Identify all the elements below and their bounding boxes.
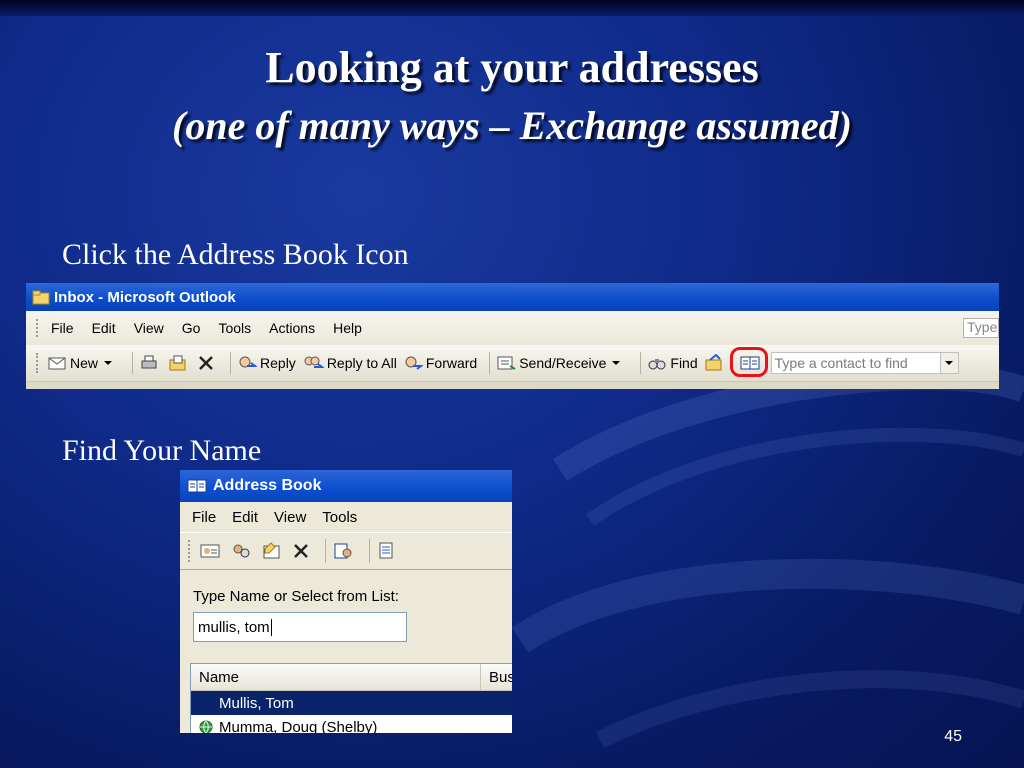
address-book-window-title: Address Book bbox=[213, 477, 322, 494]
address-list: Name Bus Mullis, Tom Mumma, Doug (Shelby… bbox=[190, 663, 512, 733]
help-question-box[interactable]: Type bbox=[963, 318, 999, 338]
globe-icon bbox=[199, 720, 213, 733]
reply-all-icon bbox=[304, 356, 324, 368]
find-people-icon bbox=[233, 544, 250, 558]
menu-tools[interactable]: Tools bbox=[218, 320, 251, 336]
find-items-button[interactable] bbox=[230, 541, 252, 561]
reply-button[interactable]: Reply bbox=[237, 354, 296, 372]
instruction-address-book: Click the Address Book Icon bbox=[62, 238, 409, 271]
toolbar-separator bbox=[230, 352, 232, 374]
outlook-toolbar-edge bbox=[26, 382, 999, 389]
forward-icon bbox=[405, 356, 423, 370]
inbox-folder-icon bbox=[32, 290, 50, 305]
address-book-window: Address Book File Edit View Tools Type N… bbox=[180, 470, 512, 733]
list-item[interactable]: Mumma, Doug (Shelby) bbox=[191, 715, 512, 733]
toolbar-separator bbox=[640, 352, 642, 374]
search-label: Type Name or Select from List: bbox=[193, 588, 399, 605]
menu-file[interactable]: File bbox=[51, 320, 74, 336]
new-mail-icon bbox=[48, 357, 66, 370]
properties-button[interactable] bbox=[261, 541, 283, 561]
ab-toolbar-separator bbox=[369, 539, 370, 563]
list-item[interactable]: Mullis, Tom bbox=[191, 691, 512, 715]
move-to-folder-icon bbox=[169, 355, 186, 371]
forward-button[interactable]: Forward bbox=[403, 354, 477, 372]
send-receive-icon bbox=[497, 356, 516, 370]
ab-menu-view[interactable]: View bbox=[274, 509, 306, 526]
add-to-contacts-icon bbox=[334, 543, 352, 559]
ab-menu-file[interactable]: File bbox=[192, 509, 216, 526]
organize-button[interactable] bbox=[704, 354, 727, 372]
delete-x-icon bbox=[294, 544, 308, 558]
chevron-down-icon bbox=[945, 361, 954, 365]
reply-icon bbox=[239, 356, 258, 368]
print-button[interactable] bbox=[139, 354, 162, 372]
reply-all-button[interactable]: Reply to All bbox=[302, 354, 397, 372]
menu-go[interactable]: Go bbox=[182, 320, 201, 336]
ab-menu-tools[interactable]: Tools bbox=[322, 509, 357, 526]
reply-button-label: Reply bbox=[260, 355, 296, 371]
name-search-value: mullis, tom bbox=[198, 618, 270, 636]
outlook-standard-toolbar: New Reply Reply to All Forward Send/Rece… bbox=[26, 345, 999, 382]
delete-button[interactable] bbox=[197, 354, 218, 372]
reply-all-button-label: Reply to All bbox=[326, 355, 397, 371]
outlook-window-title: Inbox - Microsoft Outlook bbox=[54, 288, 236, 306]
outlook-title-bar: Inbox - Microsoft Outlook bbox=[26, 283, 999, 311]
outlook-menu-bar: File Edit View Go Tools Actions Help Typ… bbox=[26, 311, 999, 345]
contact-name: Mullis, Tom bbox=[219, 694, 294, 712]
forward-button-label: Forward bbox=[425, 355, 478, 371]
address-book-menu-bar: File Edit View Tools bbox=[180, 502, 512, 532]
delete-x-icon bbox=[199, 356, 213, 370]
organize-folder-icon bbox=[705, 354, 722, 371]
move-to-folder-button[interactable] bbox=[168, 354, 191, 372]
instruction-find-name: Find Your Name bbox=[62, 434, 262, 467]
contact-search-input[interactable]: Type a contact to find bbox=[770, 352, 941, 374]
outlook-window: Inbox - Microsoft Outlook File Edit View… bbox=[26, 283, 999, 389]
ab-menu-edit[interactable]: Edit bbox=[232, 509, 258, 526]
add-to-contacts-button[interactable] bbox=[332, 541, 354, 561]
slide-top-bar bbox=[0, 0, 1024, 16]
menu-actions[interactable]: Actions bbox=[269, 320, 315, 336]
ab-toolbar-separator bbox=[325, 539, 326, 563]
column-header-business[interactable]: Bus bbox=[481, 664, 512, 690]
print-icon bbox=[141, 355, 157, 369]
menu-edit[interactable]: Edit bbox=[92, 320, 116, 336]
properties-icon bbox=[263, 542, 280, 559]
toolbar-separator bbox=[132, 352, 134, 374]
new-dropdown-arrow-icon[interactable] bbox=[104, 361, 113, 365]
column-header-name[interactable]: Name bbox=[191, 664, 481, 690]
address-book-icon bbox=[187, 479, 207, 493]
address-list-header: Name Bus bbox=[191, 664, 512, 691]
text-caret bbox=[270, 618, 272, 636]
new-button-label: New bbox=[70, 355, 99, 371]
send-receive-button[interactable]: Send/Receive bbox=[496, 354, 628, 372]
contact-search-dropdown[interactable] bbox=[940, 352, 959, 374]
new-message-icon bbox=[379, 542, 393, 559]
toolbar-separator bbox=[489, 352, 491, 374]
send-receive-button-label: Send/Receive bbox=[519, 355, 607, 371]
send-receive-dropdown-arrow-icon[interactable] bbox=[612, 361, 621, 365]
contact-name: Mumma, Doug (Shelby) bbox=[219, 718, 378, 734]
delete-entry-button[interactable] bbox=[292, 541, 310, 561]
address-book-toolbar bbox=[180, 532, 512, 570]
new-entry-button[interactable] bbox=[199, 541, 221, 561]
ab-toolbar-grip[interactable] bbox=[188, 540, 193, 562]
slide-subtitle: (one of many ways – Exchange assumed) bbox=[172, 103, 852, 148]
name-search-input[interactable]: mullis, tom bbox=[193, 612, 407, 642]
find-button[interactable]: Find bbox=[647, 354, 698, 372]
new-message-button[interactable] bbox=[376, 541, 398, 561]
new-entry-card-icon bbox=[200, 544, 220, 558]
address-book-highlight-circle bbox=[729, 347, 768, 377]
menu-view[interactable]: View bbox=[134, 320, 164, 336]
new-button[interactable]: New bbox=[47, 354, 120, 372]
address-book-button[interactable] bbox=[729, 347, 768, 377]
find-binoculars-icon bbox=[648, 359, 666, 370]
slide-title: Looking at your addresses bbox=[265, 43, 759, 92]
find-button-label: Find bbox=[670, 355, 698, 371]
toolbar-grip[interactable] bbox=[36, 353, 41, 373]
menu-grip[interactable] bbox=[36, 319, 41, 337]
menu-help[interactable]: Help bbox=[333, 320, 362, 336]
slide-number: 45 bbox=[944, 728, 962, 745]
address-book-title-bar: Address Book bbox=[180, 470, 512, 502]
